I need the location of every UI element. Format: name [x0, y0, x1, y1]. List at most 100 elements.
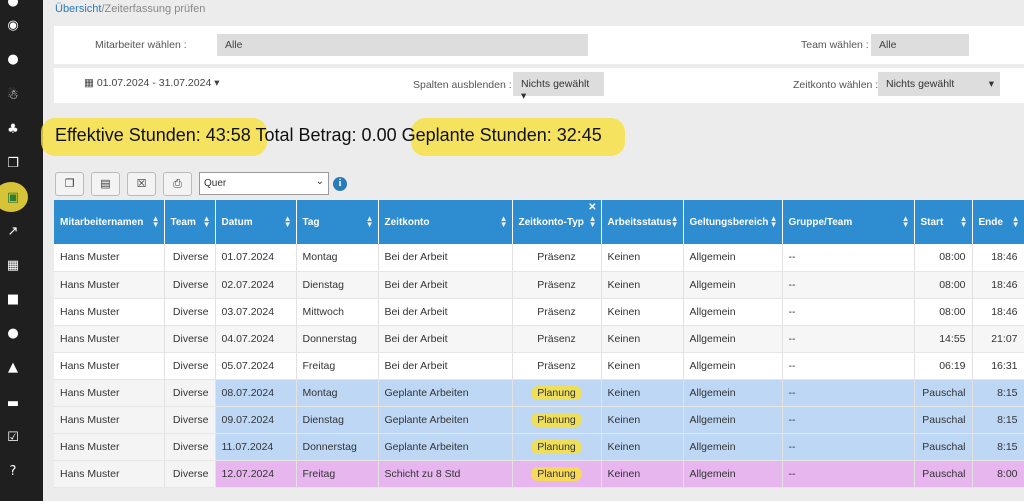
table-cell: Mittwoch [296, 298, 379, 326]
table-cell: Keinen [601, 298, 684, 326]
table-cell: 08:00 [914, 271, 973, 299]
cell-value: Pauschal [922, 467, 966, 480]
table-row[interactable]: Hans Muster Diverse 03.07.2024 Mittwoch Bei … [54, 298, 1024, 326]
col-header[interactable]: Geltungsbereich ▲ ▼ [683, 200, 783, 244]
lock-icon[interactable]: ▲ [5, 360, 21, 376]
col-header[interactable]: Datum ▲ ▼ [215, 200, 297, 244]
copy-button[interactable]: ❐ [55, 172, 84, 196]
table-cell: -- [782, 460, 915, 488]
table-cell: Planung [512, 433, 602, 461]
account-type-value: Planung [531, 466, 582, 481]
top-icon[interactable]: ● [5, 0, 21, 10]
table-cell: Geplante Arbeiten [378, 379, 513, 407]
table-cell: Planung [512, 379, 602, 407]
cell-value: Keinen [607, 359, 641, 372]
team-select[interactable]: Alle [871, 34, 969, 56]
col-header[interactable]: Start ▲ ▼ [914, 200, 973, 244]
table-cell: Präsenz [512, 298, 602, 326]
table-cell: Freitag [296, 460, 379, 488]
cell-value: Keinen [607, 413, 641, 426]
table-cell: Hans Muster [54, 271, 165, 299]
cell-value: 12.07.2024 [221, 467, 275, 480]
col-header-label: Gruppe/Team [788, 216, 853, 228]
group-icon[interactable]: ♣ [5, 122, 21, 138]
cell-value: Allgemein [689, 386, 736, 399]
effective-hours: Effektive Stunden: 43:58 [55, 125, 251, 145]
date-range-picker[interactable]: ▦ 01.07.2024 - 31.07.2024 ▾ [84, 77, 219, 89]
cell-value: Keinen [607, 467, 641, 480]
table-cell: Hans Muster [54, 406, 165, 434]
account-value: Nichts gewählt [886, 78, 955, 90]
table-cell: Diverse [164, 406, 216, 434]
cell-value: 06:19 [939, 359, 966, 372]
employee-select[interactable]: Alle [217, 34, 588, 56]
col-header[interactable]: Zeitkonto ▲ ▼ [378, 200, 513, 244]
cell-value: Bei der Arbeit [384, 251, 448, 264]
table-row[interactable]: Hans Muster Diverse 08.07.2024 Montag Geplan… [54, 379, 1024, 407]
checkbox-icon[interactable]: ☑ [5, 430, 21, 446]
account-type-value: Präsenz [537, 278, 576, 291]
table-cell: Diverse [164, 325, 216, 353]
time-table: Mitarbeiternamen ▲ ▼ Team ▲ ▼ Datum ▲ ▼ Tag ▲ ▼ … [54, 200, 1024, 488]
cell-value: Diverse [172, 413, 209, 426]
excel-button[interactable]: ☒ [127, 172, 156, 196]
cell-value: Hans Muster [60, 359, 120, 372]
pdf-button[interactable]: ⎙ [163, 172, 192, 196]
document-button[interactable]: ▤ [91, 172, 120, 196]
col-header[interactable]: Ende ▲ ▼ [972, 200, 1024, 244]
orientation-select[interactable]: Quer ⌄ [199, 172, 329, 195]
table-row[interactable]: Hans Muster Diverse 05.07.2024 Freitag Bei d… [54, 352, 1024, 380]
table-row[interactable]: Hans Muster Diverse 12.07.2024 Freitag Schic… [54, 460, 1024, 488]
table-cell: -- [782, 271, 915, 299]
cell-value: 21:07 [991, 332, 1018, 345]
briefcase-icon[interactable]: ■ [5, 292, 21, 308]
person-icon[interactable]: ☃ [5, 88, 21, 104]
timesheet-icon[interactable]: ▣ [5, 190, 21, 206]
table-row[interactable]: Hans Muster Diverse 04.07.2024 Donnerstag Be… [54, 325, 1024, 353]
col-header[interactable]: Arbeitsstatus ▲ ▼ [601, 200, 684, 244]
location-icon[interactable]: ● [5, 326, 21, 342]
table-cell: Allgemein [683, 433, 783, 461]
table-row[interactable]: Hans Muster Diverse 01.07.2024 Montag Bei de… [54, 244, 1024, 272]
table-row[interactable]: Hans Muster Diverse 02.07.2024 Dienstag Bei … [54, 271, 1024, 299]
col-header[interactable]: Gruppe/Team ▲ ▼ [782, 200, 915, 244]
sort-icon: ▲ ▼ [151, 214, 160, 229]
cell-value: Hans Muster [60, 440, 120, 453]
table-cell: Montag [296, 244, 379, 272]
calendar-icon[interactable]: ▦ [5, 258, 21, 274]
col-header[interactable]: Mitarbeiternamen ▲ ▼ [54, 200, 165, 244]
table-cell: Montag [296, 379, 379, 407]
close-icon[interactable]: ✕ [588, 202, 596, 213]
cell-value: Bei der Arbeit [384, 305, 448, 318]
cell-value: Schicht zu 8 Std [384, 467, 461, 480]
cell-value: 16:31 [991, 359, 1018, 372]
col-header[interactable]: Team ▲ ▼ [164, 200, 216, 244]
card-icon[interactable]: ▬ [5, 396, 21, 412]
table-cell: Diverse [164, 460, 216, 488]
breadcrumb-link[interactable]: Übersicht [55, 3, 101, 15]
table-cell: Pauschal [914, 406, 973, 434]
user-icon[interactable]: ● [5, 52, 21, 68]
columns-dropdown[interactable]: Nichts gewählt ▾ [513, 72, 604, 102]
table-cell: Allgemein [683, 244, 783, 272]
cell-value: Allgemein [689, 332, 736, 345]
total-amount: Total Betrag: 0.00 [255, 125, 397, 145]
cell-value: Donnerstag [302, 332, 357, 345]
col-header[interactable]: Tag ▲ ▼ [296, 200, 379, 244]
table-cell: 03.07.2024 [215, 298, 297, 326]
cell-value: -- [788, 251, 796, 264]
table-row[interactable]: Hans Muster Diverse 09.07.2024 Dienstag Gepl… [54, 406, 1024, 434]
help-icon[interactable]: ? [5, 464, 21, 480]
col-header[interactable]: ✕ Zeitkonto-Typ ▲ ▼ [512, 200, 602, 244]
account-dropdown[interactable]: Nichts gewählt ▾ [878, 72, 1000, 96]
cell-value: Montag [302, 386, 338, 399]
copy-icon[interactable]: ❐ [5, 156, 21, 172]
table-row[interactable]: Hans Muster Diverse 11.07.2024 Donnerstag Ge… [54, 433, 1024, 461]
table-cell: -- [782, 325, 915, 353]
table-cell: Pauschal [914, 460, 973, 488]
cell-value: -- [788, 467, 796, 480]
dashboard-icon[interactable]: ◉ [5, 18, 21, 34]
cell-value: Diverse [172, 305, 209, 318]
chart-icon[interactable]: ↗ [5, 224, 21, 240]
info-icon[interactable]: i [333, 177, 347, 191]
